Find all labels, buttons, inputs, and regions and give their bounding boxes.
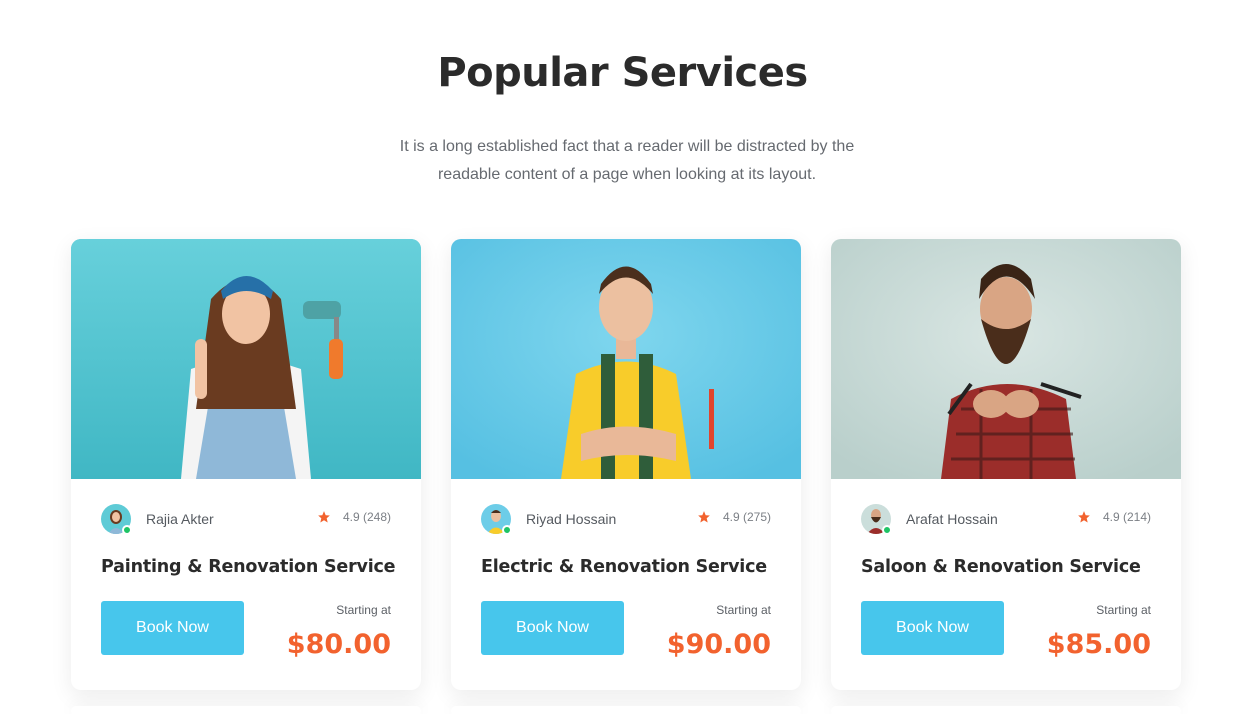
next-row-card-edge xyxy=(831,706,1181,714)
provider-info[interactable]: Riyad Hossain xyxy=(481,504,616,535)
service-card-electric[interactable]: Riyad Hossain 4.9 (275) Electric & Renov… xyxy=(451,239,801,690)
online-status-icon xyxy=(882,525,892,535)
service-photo-electrician xyxy=(451,239,801,479)
rating-value: 4.9 (275) xyxy=(722,510,771,524)
avatar[interactable] xyxy=(101,504,132,535)
star-icon xyxy=(318,511,330,523)
service-card-painting[interactable]: Rajia Akter 4.9 (248) Painting & Renovat… xyxy=(71,239,421,690)
rating-value: 4.9 (214) xyxy=(1102,510,1151,524)
rating: 4.9 (275) xyxy=(697,510,771,524)
provider-name[interactable]: Rajia Akter xyxy=(146,511,214,527)
rating: 4.9 (248) xyxy=(317,510,391,524)
section-subtitle: It is a long established fact that a rea… xyxy=(399,138,855,183)
provider-name[interactable]: Arafat Hossain xyxy=(906,511,998,527)
service-title[interactable]: Saloon & Renovation Service xyxy=(861,557,1161,577)
book-now-button[interactable]: Book Now xyxy=(101,601,244,655)
avatar[interactable] xyxy=(861,504,892,535)
online-status-icon xyxy=(122,525,132,535)
service-price: $85.00 xyxy=(1046,629,1151,660)
avatar[interactable] xyxy=(481,504,512,535)
provider-info[interactable]: Rajia Akter xyxy=(101,504,214,535)
starting-at-label: Starting at xyxy=(716,603,771,617)
star-icon xyxy=(698,511,710,523)
popular-services-section: Popular Services It is a long establishe… xyxy=(0,0,1245,714)
service-title[interactable]: Electric & Renovation Service xyxy=(481,557,781,577)
service-price: $90.00 xyxy=(666,629,771,660)
service-card-saloon[interactable]: Arafat Hossain 4.9 (214) Saloon & Renova… xyxy=(831,239,1181,690)
starting-at-label: Starting at xyxy=(336,603,391,617)
service-photo-painter xyxy=(71,239,421,479)
next-row-card-edge xyxy=(71,706,421,714)
book-now-button[interactable]: Book Now xyxy=(481,601,624,655)
star-icon xyxy=(1078,511,1090,523)
service-title[interactable]: Painting & Renovation Service xyxy=(101,557,401,577)
rating-value: 4.9 (248) xyxy=(342,510,391,524)
provider-info[interactable]: Arafat Hossain xyxy=(861,504,998,535)
section-title: Popular Services xyxy=(437,50,808,96)
next-row-card-edge xyxy=(451,706,801,714)
online-status-icon xyxy=(502,525,512,535)
rating: 4.9 (214) xyxy=(1077,510,1151,524)
service-photo-barber xyxy=(831,239,1181,479)
provider-name[interactable]: Riyad Hossain xyxy=(526,511,616,527)
service-price: $80.00 xyxy=(286,629,391,660)
book-now-button[interactable]: Book Now xyxy=(861,601,1004,655)
starting-at-label: Starting at xyxy=(1096,603,1151,617)
